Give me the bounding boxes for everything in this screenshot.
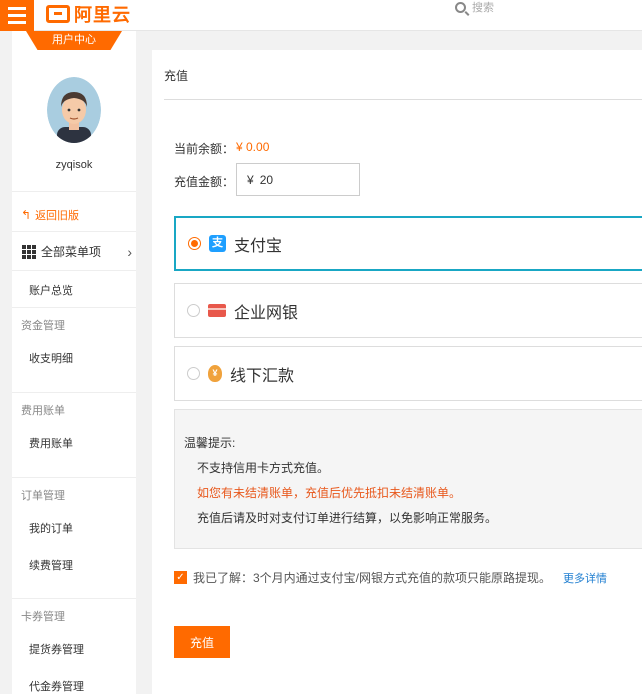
page-title: 充值 (164, 69, 189, 83)
agreement[interactable]: ✓ 我已了解：3个月内通过支付宝/网银方式充值的款项只能原路提现。 更多详情 (174, 569, 607, 586)
pay-option-label: 企业网银 (234, 304, 299, 322)
sidebar-item-my-orders[interactable]: 我的订单 (29, 520, 73, 536)
sidebar: 用户中心 zyqisok ↰ 返回旧版 全部菜单项 › 账户总览 资金管理 收支… (12, 31, 136, 694)
pay-option-label: 线下汇款 (230, 367, 295, 385)
divider (164, 99, 642, 100)
aliyun-logo[interactable]: 阿里云 (46, 3, 131, 25)
logo-text: 阿里云 (74, 5, 131, 25)
pay-option-offline[interactable]: ¥ 线下汇款 (174, 346, 642, 401)
grid-menu-icon (22, 244, 36, 259)
back-old-label: 返回旧版 (35, 210, 80, 222)
sidebar-item-bills[interactable]: 费用账单 (29, 435, 73, 451)
recharge-panel: 充值 当前余额： ¥ 0.00 充值金额： ¥ 20 支 支付宝 企业网银 ¥ … (152, 50, 642, 694)
search-box[interactable]: 搜索 (455, 0, 494, 14)
sidebar-group-funds: 资金管理 (21, 320, 65, 332)
all-menu-label: 全部菜单项 (41, 245, 102, 259)
divider (12, 392, 136, 393)
agreement-checkbox[interactable]: ✓ (174, 571, 187, 584)
offline-remit-icon: ¥ (208, 365, 222, 382)
divider (12, 598, 136, 599)
radio-unselected[interactable] (187, 304, 200, 317)
sidebar-item-transactions[interactable]: 收支明细 (29, 350, 73, 366)
tips-title: 温馨提示: (184, 436, 236, 450)
sidebar-item-renewals[interactable]: 续费管理 (29, 557, 73, 573)
avatar-image (47, 77, 101, 143)
pay-option-label: 支付宝 (234, 237, 283, 255)
aliyun-logo-icon (46, 5, 70, 23)
search-placeholder[interactable]: 搜索 (472, 0, 494, 15)
balance-value: ¥ 0.00 (236, 140, 270, 154)
chevron-right-icon: › (127, 243, 132, 260)
more-details-link[interactable]: 更多详情 (563, 570, 607, 586)
pay-option-bank[interactable]: 企业网银 (174, 283, 642, 338)
sidebar-group-billing: 费用账单 (21, 405, 65, 417)
bank-card-icon (208, 304, 226, 317)
back-to-old-version-link[interactable]: ↰ 返回旧版 (21, 207, 79, 223)
radio-unselected[interactable] (187, 367, 200, 380)
amount-input[interactable]: ¥ 20 (236, 163, 360, 196)
tips-box: 温馨提示: 不支持信用卡方式充值。 如您有未结清账单，充值后优先抵扣未结清账单。… (174, 409, 642, 549)
sidebar-item-cash-coupons[interactable]: 代金券管理 (29, 678, 84, 694)
tip-line: 不支持信用卡方式充值。 (197, 461, 330, 475)
top-bar: 阿里云 搜索 (0, 0, 642, 31)
amount-value[interactable]: 20 (260, 173, 273, 187)
username: zyqisok (55, 159, 93, 171)
back-arrow-icon: ↰ (21, 208, 32, 222)
divider (12, 307, 136, 308)
divider (12, 191, 136, 192)
alipay-icon: 支 (209, 235, 226, 252)
all-menu-button[interactable]: 全部菜单项 › (22, 243, 132, 260)
recharge-button[interactable]: 充值 (174, 626, 230, 658)
divider (12, 231, 136, 232)
hamburger-menu-icon[interactable] (0, 0, 34, 31)
tip-line-warning: 如您有未结清账单，充值后优先抵扣未结清账单。 (197, 486, 462, 500)
radio-selected[interactable] (188, 237, 201, 250)
agreement-text: 我已了解：3个月内通过支付宝/网银方式充值的款项只能原路提现。 (193, 571, 552, 585)
pay-option-alipay[interactable]: 支 支付宝 (174, 216, 642, 271)
divider (12, 477, 136, 478)
tip-line: 充值后请及时对支付订单进行结算，以免影响正常服务。 (197, 511, 498, 525)
sidebar-item-vouchers[interactable]: 提货券管理 (29, 641, 84, 657)
avatar[interactable] (47, 77, 101, 143)
sidebar-group-coupons: 卡券管理 (21, 611, 65, 623)
sidebar-group-orders: 订单管理 (21, 490, 65, 502)
amount-label: 充值金额： (174, 175, 235, 189)
balance-label: 当前余额： (174, 142, 235, 156)
sidebar-item-account-overview[interactable]: 账户总览 (29, 282, 73, 298)
currency-symbol: ¥ (247, 172, 254, 187)
search-icon[interactable] (455, 1, 466, 13)
divider (12, 270, 136, 271)
user-center-tab[interactable]: 用户中心 (26, 31, 122, 50)
